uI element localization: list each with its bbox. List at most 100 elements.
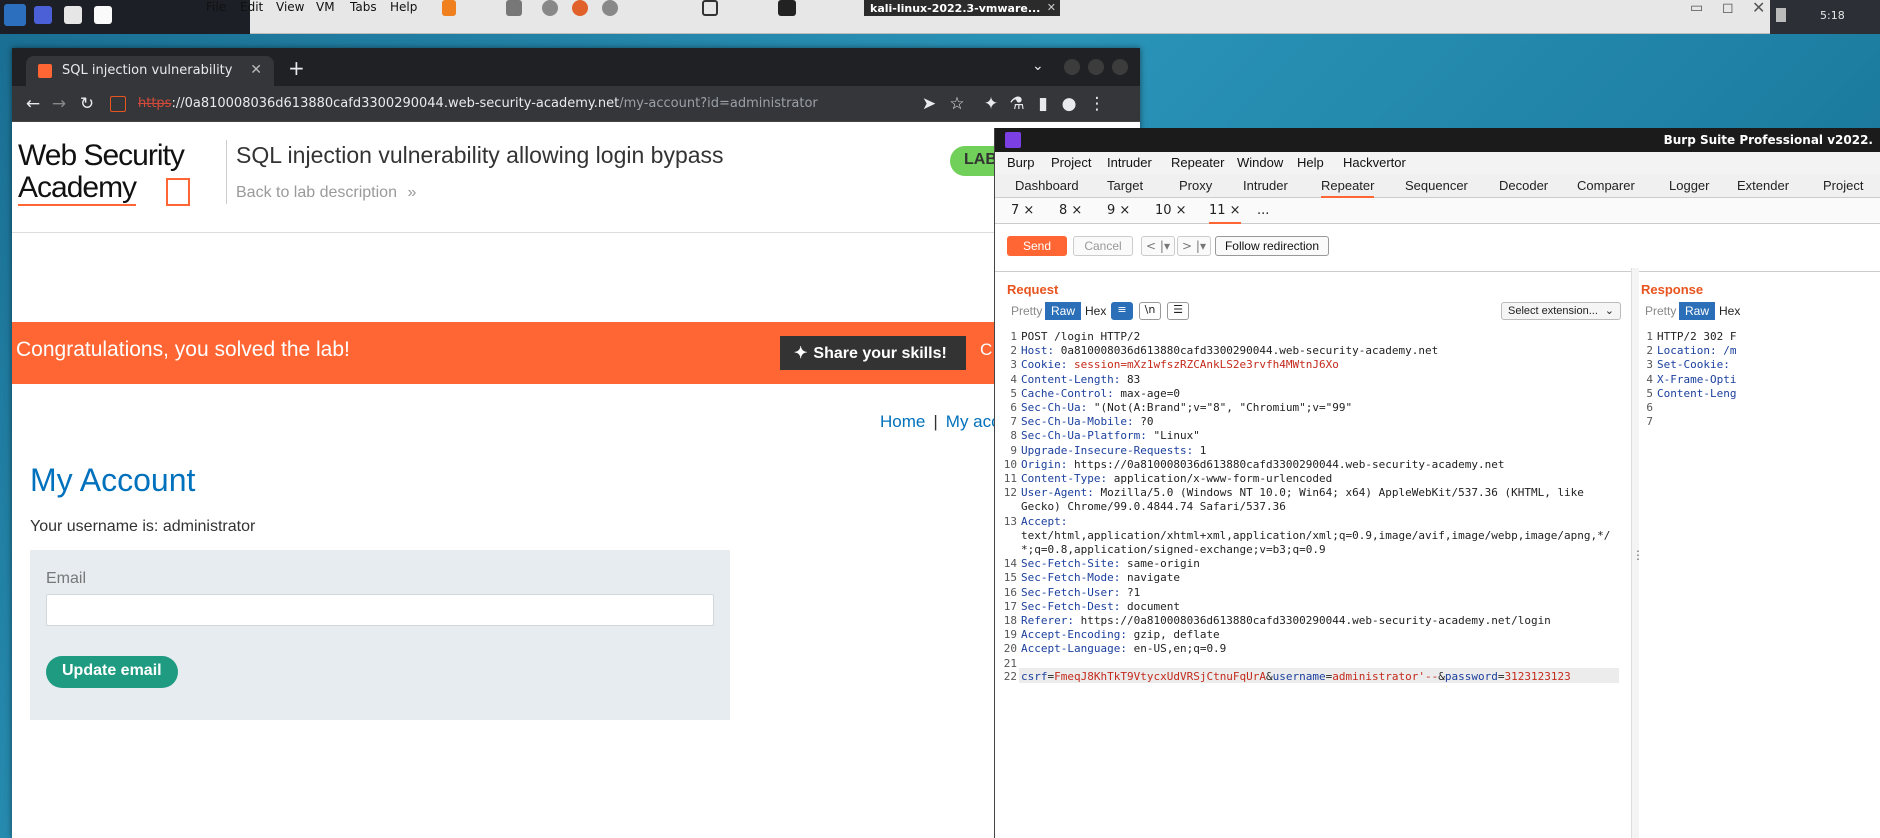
back-to-lab-link[interactable]: Back to lab description » bbox=[236, 184, 416, 202]
nav-home-link[interactable]: Home bbox=[880, 412, 925, 431]
system-tray: 5:18 bbox=[1770, 0, 1880, 34]
more-menu-icon[interactable]: ⋮ bbox=[1086, 94, 1108, 114]
vm-menu-view[interactable]: View bbox=[276, 0, 304, 16]
menu-hackvertor[interactable]: Hackvertor bbox=[1343, 155, 1406, 170]
line-number: 2 bbox=[1010, 344, 1017, 358]
request-editor[interactable]: 1 POST /login HTTP/2 2 Host: 0a810008036d61… bbox=[1001, 330, 1625, 838]
repeater-tab-more[interactable]: ... bbox=[1257, 203, 1269, 218]
web-security-academy-logo[interactable]: Web Security Academy bbox=[18, 140, 190, 208]
select-extension-dropdown[interactable]: Select extension... ⌄ bbox=[1501, 302, 1621, 320]
mode-raw[interactable]: Raw bbox=[1679, 302, 1716, 320]
email-field[interactable] bbox=[46, 594, 714, 626]
tab-decoder[interactable]: Decoder bbox=[1499, 178, 1548, 193]
tab-extender[interactable]: Extender bbox=[1737, 178, 1789, 193]
mode-raw[interactable]: Raw bbox=[1045, 302, 1082, 320]
vm-menu-tabs[interactable]: Tabs bbox=[350, 0, 377, 16]
follow-redirection-button[interactable]: Follow redirection bbox=[1215, 236, 1329, 256]
vm-menu-help[interactable]: Help bbox=[390, 0, 417, 16]
header-value: *;q=0.8,application/signed-exchange;v=b3… bbox=[1021, 543, 1326, 556]
menu-help[interactable]: Help bbox=[1297, 155, 1324, 170]
forward-icon[interactable]: → bbox=[48, 94, 70, 114]
line-number: 19 bbox=[1003, 628, 1017, 642]
profile-avatar-icon[interactable]: ● bbox=[1058, 94, 1080, 114]
cancel-button[interactable]: Cancel bbox=[1073, 236, 1133, 256]
maximize-icon[interactable] bbox=[1088, 59, 1104, 75]
tab-logger[interactable]: Logger bbox=[1669, 178, 1709, 193]
vm-menu-file[interactable]: File bbox=[206, 0, 226, 16]
menu-burp[interactable]: Burp bbox=[1007, 155, 1034, 170]
line-number: 8 bbox=[1010, 429, 1017, 443]
file-manager-icon[interactable] bbox=[64, 6, 82, 24]
history-back-button[interactable]: < |▾ bbox=[1141, 236, 1175, 256]
bookmark-star-icon[interactable]: ☆ bbox=[946, 94, 968, 114]
wrap-lines-icon[interactable]: ≡ bbox=[1111, 302, 1133, 320]
mode-hex[interactable]: Hex bbox=[1079, 302, 1112, 320]
tab-sequencer[interactable]: Sequencer bbox=[1405, 178, 1468, 193]
menu-intruder[interactable]: Intruder bbox=[1107, 155, 1152, 170]
sidebar-icon[interactable]: ▮ bbox=[1032, 94, 1054, 114]
text-editor-icon[interactable] bbox=[94, 6, 112, 24]
tab-intruder[interactable]: Intruder bbox=[1243, 178, 1288, 193]
close-window-icon[interactable] bbox=[1112, 59, 1128, 75]
send-button[interactable]: Send bbox=[1007, 236, 1067, 256]
new-tab-icon[interactable]: + bbox=[288, 56, 305, 80]
tab-search-icon[interactable]: ⌄ bbox=[1032, 58, 1044, 74]
menu-repeater[interactable]: Repeater bbox=[1171, 155, 1224, 170]
tab-comparer[interactable]: Comparer bbox=[1577, 178, 1635, 193]
menu-project[interactable]: Project bbox=[1051, 155, 1091, 170]
mode-hex[interactable]: Hex bbox=[1713, 302, 1746, 320]
close-window-icon[interactable]: ✕ bbox=[1752, 0, 1765, 17]
extensions-icon[interactable]: ✦ bbox=[980, 94, 1002, 114]
share-skills-button[interactable]: ✦ Share your skills! bbox=[780, 336, 966, 370]
close-icon[interactable]: ✕ bbox=[1047, 1, 1056, 14]
header-name: Content-Type: bbox=[1021, 472, 1108, 485]
repeater-tab-10[interactable]: 10 × bbox=[1155, 203, 1187, 218]
history-forward-button[interactable]: > |▾ bbox=[1177, 236, 1211, 256]
repeater-tab-9[interactable]: 9 × bbox=[1107, 203, 1130, 218]
header-name: Cache-Control: bbox=[1021, 386, 1114, 400]
minimize-icon[interactable]: ▭ bbox=[1690, 0, 1703, 16]
header-value: ?0 bbox=[1133, 415, 1154, 429]
line-number: 5 bbox=[1646, 386, 1653, 400]
kali-menu-icon[interactable] bbox=[4, 4, 26, 26]
pause-icon[interactable] bbox=[442, 0, 456, 16]
snapshot-icon[interactable] bbox=[542, 0, 558, 16]
close-tab-icon[interactable]: ✕ bbox=[250, 62, 262, 78]
vm-menu-vm[interactable]: VM bbox=[316, 0, 335, 16]
tab-repeater[interactable]: Repeater bbox=[1321, 178, 1375, 198]
send-to-device-icon[interactable]: ➤ bbox=[918, 94, 940, 114]
lab-flask-icon[interactable]: ⚗ bbox=[1006, 94, 1028, 114]
menu-window[interactable]: Window bbox=[1237, 155, 1283, 170]
url-input[interactable]: https://0a810008036d613880cafd3300290044… bbox=[130, 92, 910, 116]
maximize-icon[interactable]: ◻ bbox=[1722, 0, 1734, 16]
revert-snapshot-icon[interactable] bbox=[572, 0, 588, 16]
continue-link[interactable]: C bbox=[980, 340, 992, 360]
pane-splitter[interactable]: ⋮ bbox=[1631, 268, 1644, 838]
send-keys-icon[interactable] bbox=[506, 0, 522, 16]
update-email-button[interactable]: Update email bbox=[46, 656, 178, 688]
actions-menu-icon[interactable]: ☰ bbox=[1167, 302, 1189, 320]
workspace-icon[interactable] bbox=[34, 6, 52, 24]
back-icon[interactable]: ← bbox=[22, 94, 44, 114]
snapshot-manager-icon[interactable] bbox=[602, 0, 618, 16]
vm-tab[interactable]: kali-linux-2022.3-vmware... ✕ bbox=[864, 0, 1060, 16]
security-warning-icon[interactable] bbox=[110, 96, 126, 112]
mode-pretty[interactable]: Pretty bbox=[1005, 302, 1048, 320]
minimize-icon[interactable] bbox=[1064, 59, 1080, 75]
repeater-tab-7[interactable]: 7 × bbox=[1011, 203, 1034, 218]
repeater-tab-11[interactable]: 11 × bbox=[1209, 203, 1241, 224]
tab-proxy[interactable]: Proxy bbox=[1179, 178, 1212, 193]
response-title: Response bbox=[1641, 282, 1704, 297]
nav-my-account-link[interactable]: My acc bbox=[946, 412, 1000, 431]
browser-tab[interactable]: SQL injection vulnerability ✕ bbox=[26, 56, 274, 86]
fullscreen-icon[interactable] bbox=[702, 0, 718, 16]
tab-target[interactable]: Target bbox=[1107, 178, 1143, 193]
show-newlines-toggle[interactable]: \n bbox=[1139, 302, 1161, 320]
mode-pretty[interactable]: Pretty bbox=[1639, 302, 1682, 320]
tab-dashboard[interactable]: Dashboard bbox=[1015, 178, 1079, 193]
vm-menu-edit[interactable]: Edit bbox=[240, 0, 263, 16]
reload-icon[interactable]: ↻ bbox=[76, 94, 98, 114]
repeater-tab-8[interactable]: 8 × bbox=[1059, 203, 1082, 218]
console-icon[interactable] bbox=[778, 0, 796, 16]
request-line-text: Cookie: session=mXz1wfszRZCAnkLS2e3rvfh4… bbox=[1021, 358, 1339, 372]
